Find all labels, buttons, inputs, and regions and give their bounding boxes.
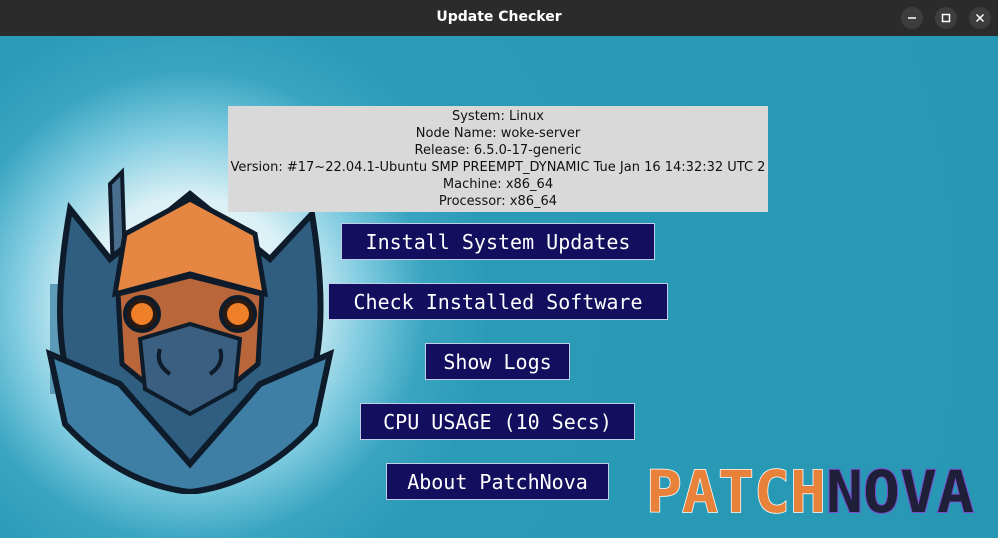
system-info-panel: System: Linux Node Name: woke-server Rel… [228, 106, 768, 212]
processor-label: Processor: x86_64 [438, 194, 558, 209]
patchnova-wordmark: PATCH NOVA [645, 457, 975, 527]
main-window-content: System: Linux Node Name: woke-server Rel… [0, 36, 998, 538]
close-button[interactable] [969, 7, 991, 29]
brand-part-patch: PATCH [646, 458, 826, 522]
minimize-button[interactable] [901, 7, 923, 29]
about-patchnova-button[interactable]: About PatchNova [386, 463, 609, 500]
window-titlebar[interactable]: Update Checker [0, 0, 998, 36]
patchnova-brand-logo: PATCH NOVA [644, 457, 984, 527]
system-label: System: Linux [451, 109, 544, 124]
version-label: Version: #17~22.04.1-Ubuntu SMP PREEMPT_… [230, 160, 766, 175]
maximize-button[interactable] [935, 7, 957, 29]
node-name-label: Node Name: woke-server [415, 126, 581, 141]
check-installed-software-button[interactable]: Check Installed Software [328, 283, 668, 320]
release-label: Release: 6.5.0-17-generic [414, 143, 582, 158]
show-logs-button[interactable]: Show Logs [425, 343, 570, 380]
machine-label: Machine: x86_64 [442, 177, 554, 192]
maximize-icon [941, 13, 951, 23]
install-system-updates-button[interactable]: Install System Updates [341, 223, 655, 260]
cpu-usage-button[interactable]: CPU USAGE (10 Secs) [360, 403, 635, 440]
robot-logo-image [45, 167, 335, 494]
window-title: Update Checker [436, 9, 562, 25]
brand-part-nova: NOVA [826, 458, 974, 522]
minimize-icon [908, 17, 916, 19]
close-icon [975, 13, 985, 23]
